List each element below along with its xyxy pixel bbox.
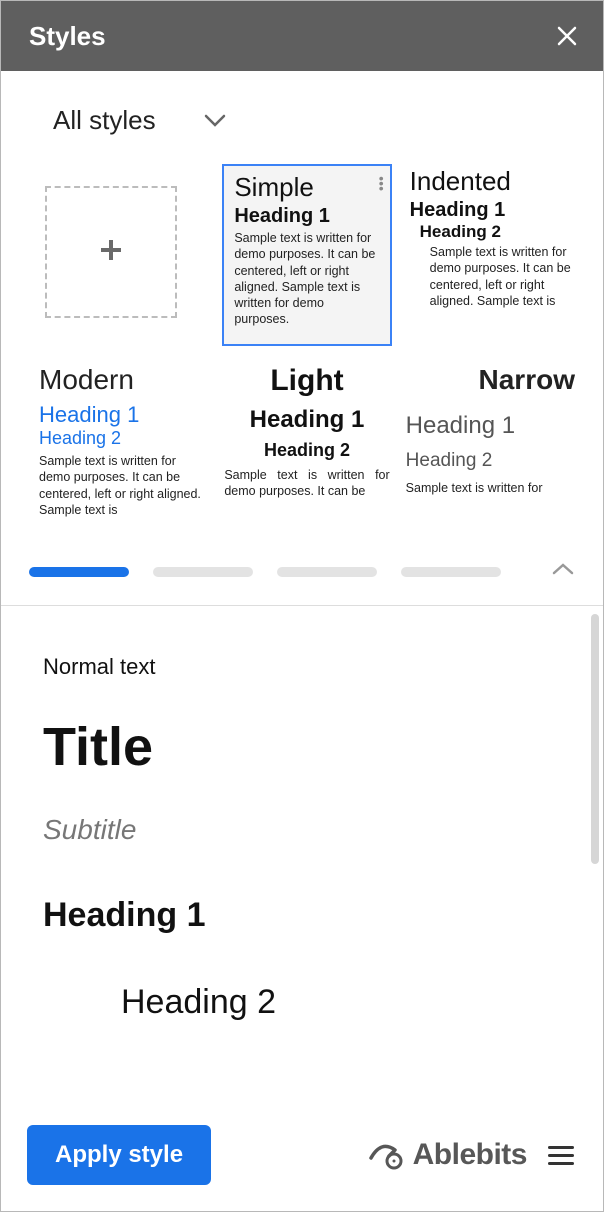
card-sample: Sample text is written for demo purposes… [39, 453, 208, 518]
close-icon[interactable] [555, 24, 579, 48]
preview-item-heading2[interactable]: Heading 2 [121, 983, 563, 1022]
card-title: Modern [39, 364, 208, 396]
card-title: Narrow [406, 364, 575, 396]
card-title: Simple [234, 172, 379, 203]
card-sample: Sample text is written for demo purposes… [222, 467, 391, 500]
card-sample: Sample text is written for demo purposes… [234, 230, 379, 328]
panel-title: Styles [29, 21, 106, 52]
preview-item-title[interactable]: Title [43, 716, 563, 778]
card-title: Indented [410, 166, 575, 197]
card-h1: Heading 1 [39, 402, 208, 428]
preview-item-normal[interactable]: Normal text [43, 654, 563, 680]
preview-item-subtitle[interactable]: Subtitle [43, 814, 563, 846]
card-h2: Heading 2 [406, 450, 575, 472]
card-h1: Heading 1 [222, 406, 391, 434]
page-indicator-1[interactable] [29, 567, 129, 577]
chevron-down-icon [204, 114, 226, 128]
style-card-indented[interactable]: Indented Heading 1 Heading 2 Sample text… [406, 166, 575, 336]
pager [1, 534, 603, 605]
style-cards-grid: ••• Simple Heading 1 Sample text is writ… [1, 136, 603, 534]
card-h1: Heading 1 [234, 205, 379, 228]
hamburger-menu-icon[interactable] [545, 1146, 577, 1165]
plus-icon [98, 237, 124, 268]
style-card-light[interactable]: Light Heading 1 Heading 2 Sample text is… [222, 364, 391, 534]
style-card-narrow[interactable]: Narrow Heading 1 Heading 2 Sample text i… [406, 364, 575, 534]
page-indicator-4[interactable] [401, 567, 501, 577]
scrollbar-thumb[interactable] [591, 614, 599, 864]
page-indicator-3[interactable] [277, 567, 377, 577]
brand-name: Ablebits [413, 1138, 527, 1172]
page-indicator-2[interactable] [153, 567, 253, 577]
style-card-modern[interactable]: Modern Heading 1 Heading 2 Sample text i… [39, 364, 208, 534]
footer-bar: Apply style Ablebits [1, 1105, 603, 1211]
preview-item-heading1[interactable]: Heading 1 [43, 896, 563, 935]
style-card-simple[interactable]: ••• Simple Heading 1 Sample text is writ… [222, 164, 391, 346]
card-sample: Sample text is written for demo purposes… [430, 244, 575, 309]
card-menu-icon[interactable]: ••• [379, 176, 384, 191]
add-style-card[interactable] [39, 166, 208, 346]
apply-style-button[interactable]: Apply style [27, 1125, 211, 1185]
card-sample: Sample text is written for [406, 480, 575, 496]
card-h1: Heading 1 [406, 412, 575, 440]
panel-header: Styles [1, 1, 603, 71]
collapse-chevron-icon[interactable] [551, 562, 575, 581]
card-h2: Heading 2 [222, 440, 391, 461]
filter-label: All styles [53, 105, 156, 136]
brand-area[interactable]: Ablebits [367, 1136, 527, 1175]
style-preview-list: Normal text Title Subtitle Heading 1 Hea… [1, 606, 603, 1022]
brand-logo-icon [367, 1136, 405, 1175]
card-h2: Heading 2 [420, 222, 575, 242]
style-filter-dropdown[interactable]: All styles [1, 71, 603, 136]
card-h1: Heading 1 [410, 199, 575, 222]
card-title: Light [222, 364, 391, 398]
card-h2: Heading 2 [39, 428, 208, 449]
